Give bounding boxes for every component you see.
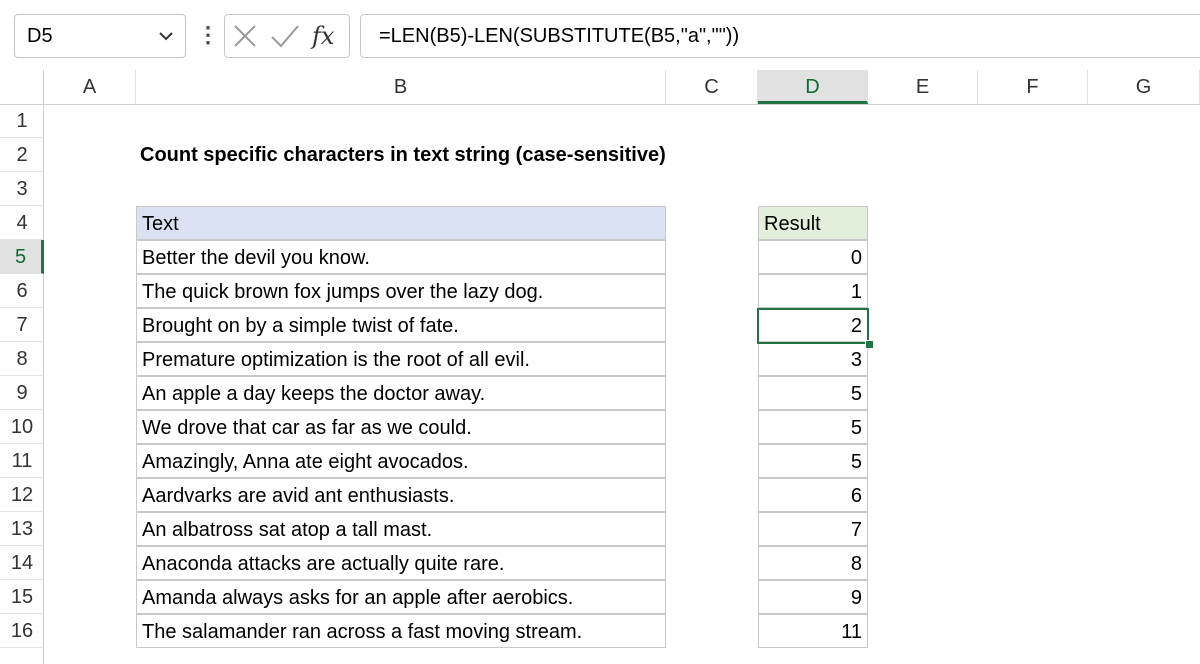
- fx-icon[interactable]: fx: [312, 14, 334, 58]
- row-header-8[interactable]: 8: [0, 342, 44, 376]
- text-cell[interactable]: Amanda always asks for an apple after ae…: [136, 580, 666, 614]
- text-cell[interactable]: Amazingly, Anna ate eight avocados.: [136, 444, 666, 478]
- column-header-g[interactable]: G: [1088, 70, 1200, 104]
- name-box-value[interactable]: D5: [27, 25, 53, 48]
- text-cell[interactable]: The salamander ran across a fast moving …: [136, 614, 666, 648]
- row-header-9[interactable]: 9: [0, 376, 44, 410]
- result-cell[interactable]: 6: [758, 478, 868, 512]
- text-cell[interactable]: We drove that car as far as we could.: [136, 410, 666, 444]
- check-icon[interactable]: [270, 23, 300, 49]
- column-header-a[interactable]: A: [44, 70, 136, 104]
- column-header-row: ABCDEFG: [0, 70, 1200, 105]
- formula-text[interactable]: =LEN(B5)-LEN(SUBSTITUTE(B5,"a","")): [379, 25, 739, 48]
- result-cell[interactable]: 8: [758, 546, 868, 580]
- row-header-1[interactable]: 1: [0, 104, 44, 138]
- row-header-15[interactable]: 15: [0, 580, 44, 614]
- row-header-column: 1 2 3 4 5 6 7 8 9 10 11 12 13 14 15 16: [0, 104, 44, 664]
- row-header-12[interactable]: 12: [0, 478, 44, 512]
- row-header-3[interactable]: 3: [0, 172, 44, 206]
- result-cell[interactable]: 2: [758, 308, 868, 342]
- row-header-16[interactable]: 16: [0, 614, 44, 648]
- column-header-c[interactable]: C: [666, 70, 758, 104]
- result-cell[interactable]: 5: [758, 376, 868, 410]
- result-cell[interactable]: 3: [758, 342, 868, 376]
- formula-bar: D5 ⋮ fx =LEN(B5)-LEN(SUBSTITUTE(B5,"a","…: [0, 0, 1200, 70]
- row-header-13[interactable]: 13: [0, 512, 44, 546]
- row-header-4[interactable]: 4: [0, 206, 44, 240]
- row-header-14[interactable]: 14: [0, 546, 44, 580]
- chevron-down-icon[interactable]: [157, 27, 175, 45]
- result-cell[interactable]: 11: [758, 614, 868, 648]
- result-cell[interactable]: 1: [758, 274, 868, 308]
- column-header-d[interactable]: D: [758, 70, 868, 104]
- row-header-7[interactable]: 7: [0, 308, 44, 342]
- row-header-2[interactable]: 2: [0, 138, 44, 172]
- text-cell[interactable]: Brought on by a simple twist of fate.: [136, 308, 666, 342]
- row-header-5[interactable]: 5: [0, 240, 44, 274]
- result-cell[interactable]: 0: [758, 240, 868, 274]
- formula-input[interactable]: =LEN(B5)-LEN(SUBSTITUTE(B5,"a","")): [360, 14, 1200, 58]
- row-header-6[interactable]: 6: [0, 274, 44, 308]
- result-cell[interactable]: 7: [758, 512, 868, 546]
- cancel-x-icon[interactable]: [232, 23, 258, 49]
- result-cell[interactable]: 5: [758, 444, 868, 478]
- column-header-f[interactable]: F: [978, 70, 1088, 104]
- fill-handle[interactable]: [865, 340, 874, 349]
- result-column-header[interactable]: Result: [758, 206, 868, 240]
- result-cell[interactable]: 5: [758, 410, 868, 444]
- row-header-11[interactable]: 11: [0, 444, 44, 478]
- text-cell[interactable]: An albatross sat atop a tall mast.: [136, 512, 666, 546]
- text-cell[interactable]: Aardvarks are avid ant enthusiasts.: [136, 478, 666, 512]
- column-header-e[interactable]: E: [868, 70, 978, 104]
- name-box[interactable]: D5: [14, 14, 186, 58]
- text-cell[interactable]: An apple a day keeps the doctor away.: [136, 376, 666, 410]
- select-all-corner[interactable]: [0, 70, 44, 104]
- text-cell[interactable]: Premature optimization is the root of al…: [136, 342, 666, 376]
- row-header-10[interactable]: 10: [0, 410, 44, 444]
- text-cell[interactable]: The quick brown fox jumps over the lazy …: [136, 274, 666, 308]
- worksheet-grid: ABCDEFG 1 2 3 4 5 6 7 8 9 10 11 12 13 14 15 16 Count sp…: [0, 70, 1200, 664]
- text-cell[interactable]: Anaconda attacks are actually quite rare…: [136, 546, 666, 580]
- text-column-header[interactable]: Text: [136, 206, 666, 240]
- more-vertical-icon[interactable]: ⋮: [197, 20, 219, 50]
- text-cell[interactable]: Better the devil you know.: [136, 240, 666, 274]
- result-cell[interactable]: 9: [758, 580, 868, 614]
- column-header-b[interactable]: B: [136, 70, 666, 104]
- sheet-title[interactable]: Count specific characters in text string…: [140, 144, 666, 167]
